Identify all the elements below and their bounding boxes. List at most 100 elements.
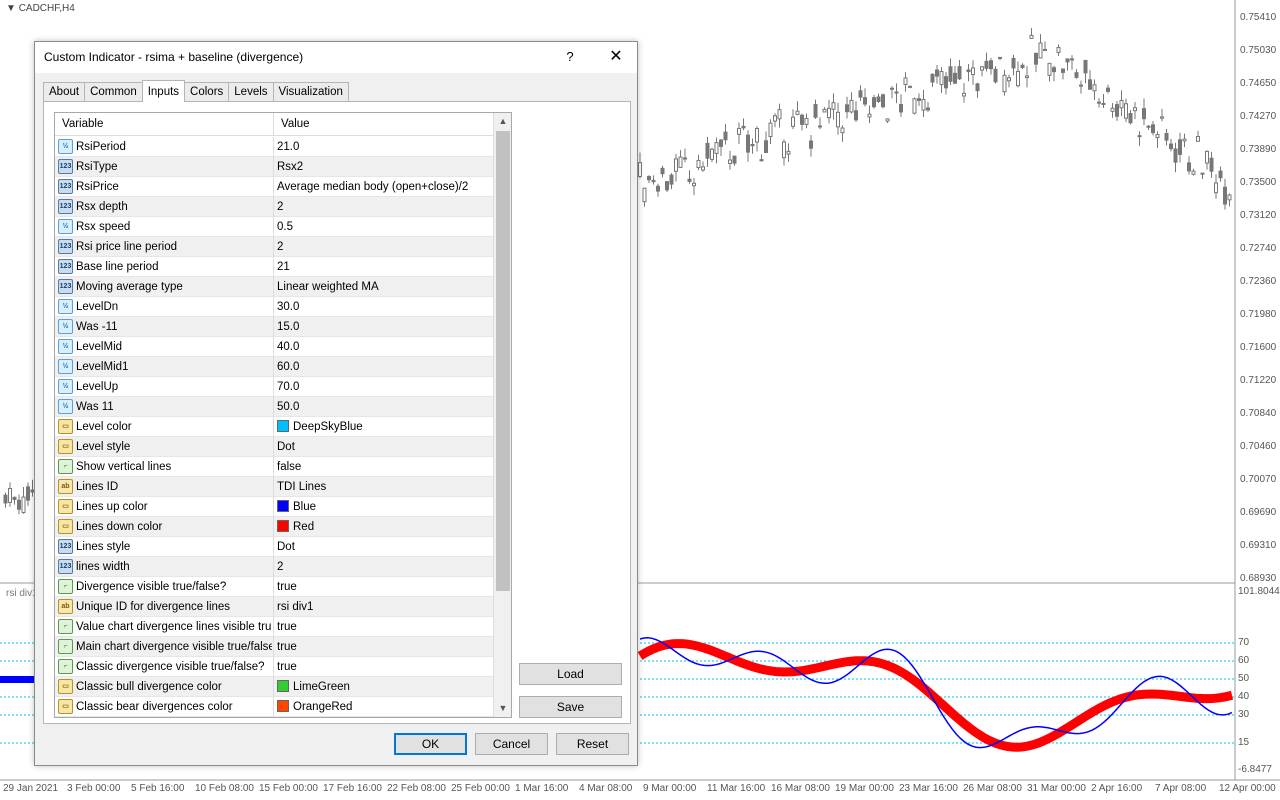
input-row[interactable]: ½ RsiPeriod 21.0 [55, 137, 493, 157]
input-row[interactable]: ½ Was -11 15.0 [55, 317, 493, 337]
input-row[interactable]: ▭ Level style Dot [55, 437, 493, 457]
scroll-thumb[interactable] [496, 131, 510, 591]
candle-body [1065, 58, 1070, 63]
input-value[interactable]: Average median body (open+close)/2 [273, 177, 493, 197]
input-row[interactable]: ▭ Classic bull divergence color LimeGreen [55, 677, 493, 697]
chart-symbol-label: ▼ CADCHF,H4 [6, 3, 75, 14]
input-row[interactable]: ⌐ Divergence visible true/false? true [55, 577, 493, 597]
input-value[interactable]: Red [273, 517, 493, 537]
input-row[interactable]: ½ LevelMid1 60.0 [55, 357, 493, 377]
input-value[interactable]: OrangeRed [273, 697, 493, 717]
input-value[interactable]: Blue [273, 497, 493, 517]
input-value[interactable]: LimeGreen [273, 677, 493, 697]
input-value[interactable]: 40.0 [273, 337, 493, 357]
input-value[interactable]: 60.0 [273, 357, 493, 377]
close-button[interactable]: ✕ [599, 46, 633, 68]
input-row[interactable]: ▭ Lines down color Red [55, 517, 493, 537]
input-row[interactable]: 123 Base line period 21 [55, 257, 493, 277]
reset-button[interactable]: Reset [556, 733, 629, 755]
input-value[interactable]: 2 [273, 197, 493, 217]
input-value[interactable]: TDI Lines [273, 477, 493, 497]
input-value[interactable]: DeepSkyBlue [273, 417, 493, 437]
input-row[interactable]: ½ LevelUp 70.0 [55, 377, 493, 397]
input-value[interactable]: 21 [273, 257, 493, 277]
candle-body [1137, 135, 1142, 138]
input-row[interactable]: 123 Moving average type Linear weighted MA [55, 277, 493, 297]
input-value[interactable]: Dot [273, 537, 493, 557]
input-name: LevelUp [76, 381, 119, 393]
input-row[interactable]: ⌐ Main chart divergence visible true/fals… [55, 637, 493, 657]
header-variable[interactable]: Variable [55, 113, 103, 136]
input-row[interactable]: ▭ Classic bear divergences color OrangeRed [55, 697, 493, 717]
input-row[interactable]: ½ LevelDn 30.0 [55, 297, 493, 317]
input-value[interactable]: true [273, 657, 493, 677]
grid-scrollbar[interactable]: ▲ ▼ [493, 113, 511, 717]
input-row[interactable]: ▭ Level color DeepSkyBlue [55, 417, 493, 437]
input-value[interactable]: 70.0 [273, 377, 493, 397]
input-value[interactable]: Dot [273, 437, 493, 457]
inputs-grid[interactable]: Variable Value ½ RsiPeriod 21.0 123 RsiType R… [54, 112, 512, 718]
candle-body [660, 167, 665, 175]
input-value[interactable]: Linear weighted MA [273, 277, 493, 297]
input-name: Lines down color [76, 521, 163, 533]
double-type-icon: ½ [58, 319, 73, 334]
input-value[interactable]: 21.0 [273, 137, 493, 157]
ok-button[interactable]: OK [394, 733, 467, 755]
input-row[interactable]: 123 Lines style Dot [55, 537, 493, 557]
input-value[interactable]: true [273, 577, 493, 597]
candle-body [1214, 182, 1218, 194]
input-row[interactable]: ▭ Lines up color Blue [55, 497, 493, 517]
save-button[interactable]: Save [519, 696, 622, 718]
input-value[interactable]: 0.5 [273, 217, 493, 237]
input-row[interactable]: 123 RsiType Rsx2 [55, 157, 493, 177]
load-button[interactable]: Load [519, 663, 622, 685]
input-name: Rsx speed [76, 221, 131, 233]
input-row[interactable]: ⌐ Value chart divergence lines visible tr… [55, 617, 493, 637]
cancel-button[interactable]: Cancel [475, 733, 548, 755]
tab-common[interactable]: Common [84, 82, 143, 102]
candle-body [971, 67, 975, 76]
help-button[interactable]: ? [555, 46, 585, 68]
candle-body [1007, 77, 1011, 82]
candle-body [1178, 139, 1182, 155]
input-value[interactable]: rsi div1 [273, 597, 493, 617]
tab-colors[interactable]: Colors [184, 82, 230, 102]
input-value[interactable]: true [273, 617, 493, 637]
input-value[interactable]: false [273, 457, 493, 477]
input-value[interactable]: 30.0 [273, 297, 493, 317]
input-value[interactable]: true [273, 637, 493, 657]
candle-body [845, 104, 849, 113]
input-value[interactable]: Rsx2 [273, 157, 493, 177]
input-value[interactable]: 50.0 [273, 397, 493, 417]
tab-about[interactable]: About [43, 82, 86, 102]
price-axis-label: 0.74270 [1240, 111, 1277, 122]
candle-body [750, 144, 755, 147]
input-value[interactable]: 2 [273, 557, 493, 577]
input-row[interactable]: ⌐ Show vertical lines false [55, 457, 493, 477]
input-value[interactable]: 2 [273, 237, 493, 257]
candle-body [836, 111, 840, 128]
candle-body [26, 486, 30, 501]
candle-body [786, 150, 791, 155]
candle-body [849, 99, 854, 113]
input-value[interactable]: 15.0 [273, 317, 493, 337]
tab-inputs[interactable]: Inputs [141, 80, 186, 102]
input-row[interactable]: ½ Was 11 50.0 [55, 397, 493, 417]
header-value[interactable]: Value [273, 113, 310, 136]
input-row[interactable]: 123 lines width 2 [55, 557, 493, 577]
input-row[interactable]: 123 RsiPrice Average median body (open+clo… [55, 177, 493, 197]
scroll-down-arrow[interactable]: ▼ [494, 700, 511, 717]
tab-visualization[interactable]: Visualization [272, 82, 349, 102]
input-row[interactable]: ab Unique ID for divergence lines rsi div1 [55, 597, 493, 617]
input-row[interactable]: ½ Rsx speed 0.5 [55, 217, 493, 237]
scroll-up-arrow[interactable]: ▲ [494, 113, 511, 130]
input-row[interactable]: 123 Rsi price line period 2 [55, 237, 493, 257]
input-row[interactable]: ½ LevelMid 40.0 [55, 337, 493, 357]
input-row[interactable]: ab Lines ID TDI Lines [55, 477, 493, 497]
candle-body [642, 187, 647, 203]
candle-body [1106, 87, 1110, 92]
dialog-titlebar[interactable]: Custom Indicator - rsima + baseline (div… [35, 42, 637, 73]
tab-levels[interactable]: Levels [228, 82, 274, 102]
input-row[interactable]: 123 Rsx depth 2 [55, 197, 493, 217]
input-row[interactable]: ⌐ Classic divergence visible true/false? t… [55, 657, 493, 677]
